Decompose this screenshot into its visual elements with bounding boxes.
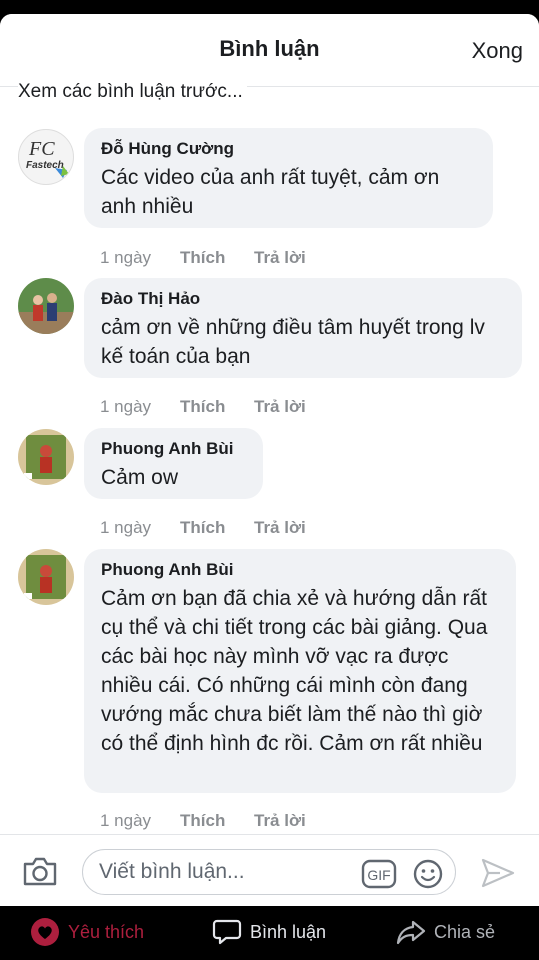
heart-icon	[31, 918, 59, 946]
like-comment-button[interactable]: Thích	[180, 811, 254, 831]
fastech-logo-icon: FC Fastech	[26, 138, 69, 178]
avatar[interactable]	[18, 429, 74, 485]
comment-text: Cảm ơn bạn đã chia xẻ và hướng dẫn rất c…	[101, 587, 488, 755]
avatar-photo-icon	[18, 549, 74, 605]
comment-time: 1 ngày	[100, 397, 152, 416]
header: Bình luận Xong	[0, 14, 539, 87]
reply-comment-button[interactable]: Trả lời	[254, 811, 306, 831]
reply-comment-button[interactable]: Trả lời	[254, 518, 306, 538]
comment-bubble[interactable]: Đỗ Hùng Cường Các video của anh rất tuyệ…	[84, 128, 493, 228]
comment-text: Các video của anh rất tuyệt, cảm ơn anh …	[101, 166, 440, 218]
reply-comment-button[interactable]: Trả lời	[254, 397, 306, 417]
view-previous-comments-link[interactable]: Xem các bình luận trước...	[18, 80, 247, 102]
comments-sheet: Bình luận Xong Xem các bình luận trước..…	[0, 14, 539, 906]
like-comment-button[interactable]: Thích	[180, 518, 254, 538]
svg-text:GIF: GIF	[367, 867, 390, 883]
share-arrow-icon	[396, 920, 426, 945]
comment-text: Cảm ow	[101, 466, 179, 489]
comment-author[interactable]: Phuong Anh Bùi	[101, 438, 246, 460]
tab-like-label: Yêu thích	[68, 921, 145, 942]
comment-actions: 1 ngày Thích Trả lời	[100, 397, 306, 417]
comment-actions: 1 ngày Thích Trả lời	[100, 518, 306, 538]
comment-actions: 1 ngày Thích Trả lời	[100, 248, 306, 268]
avatar[interactable]: FC Fastech	[18, 129, 74, 185]
comment-author[interactable]: Đỗ Hùng Cường	[101, 138, 476, 160]
avatar-photo-icon	[18, 278, 74, 334]
avatar[interactable]	[18, 278, 74, 334]
comment-input-placeholder: Viết bình luận...	[99, 860, 245, 883]
camera-icon[interactable]	[22, 857, 58, 892]
comment-time: 1 ngày	[100, 248, 152, 267]
tab-share[interactable]: Chia sẻ	[396, 917, 495, 947]
comment-bubble[interactable]: Đào Thị Hảo cảm ơn về những điều tâm huy…	[84, 278, 522, 378]
bottom-action-bar: Yêu thích Bình luận Chia sẻ	[0, 906, 539, 960]
comment-time: 1 ngày	[100, 811, 152, 830]
avatar[interactable]	[18, 549, 74, 605]
gif-icon[interactable]: GIF	[361, 859, 397, 894]
tab-like[interactable]: Yêu thích	[30, 917, 144, 947]
reply-comment-button[interactable]: Trả lời	[254, 248, 306, 268]
comment-author[interactable]: Phuong Anh Bùi	[101, 559, 499, 581]
tab-comment[interactable]: Bình luận	[212, 917, 326, 947]
comment-bubble[interactable]: Phuong Anh Bùi Cảm ow	[84, 428, 263, 499]
like-comment-button[interactable]: Thích	[180, 397, 254, 417]
comment-composer: Viết bình luận... GIF	[0, 834, 539, 906]
comment-bubble[interactable]: Phuong Anh Bùi Cảm ơn bạn đã chia xẻ và …	[84, 549, 516, 793]
avatar-photo-icon	[18, 429, 74, 485]
comment-text: cảm ơn về những điều tâm huyết trong lv …	[101, 316, 485, 368]
comment-author[interactable]: Đào Thị Hảo	[101, 288, 505, 310]
done-button[interactable]: Xong	[472, 38, 523, 64]
like-comment-button[interactable]: Thích	[180, 248, 254, 268]
comment-time: 1 ngày	[100, 518, 152, 537]
comment-bubble-icon	[212, 919, 242, 945]
tab-share-label: Chia sẻ	[434, 921, 496, 942]
comment-input[interactable]: Viết bình luận... GIF	[82, 849, 456, 895]
comment-actions: 1 ngày Thích Trả lời	[100, 811, 306, 831]
smiley-icon[interactable]	[413, 859, 443, 894]
page-title: Bình luận	[219, 36, 320, 61]
tab-comment-label: Bình luận	[250, 921, 327, 942]
svg-text:FC: FC	[28, 138, 55, 160]
send-icon[interactable]	[480, 857, 516, 894]
